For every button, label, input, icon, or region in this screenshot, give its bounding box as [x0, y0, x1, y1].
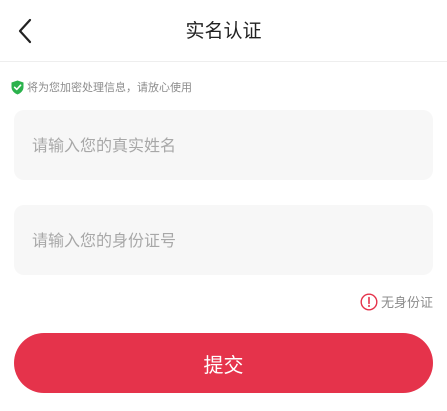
shield-check-icon — [11, 80, 24, 95]
id-number-field[interactable] — [14, 205, 433, 275]
id-number-input[interactable] — [14, 205, 433, 275]
page-title: 实名认证 — [185, 20, 262, 42]
exclamation-circle-icon — [360, 292, 378, 311]
no-id-card-link[interactable]: 无身份证 — [360, 292, 433, 311]
security-notice-text: 将为您加密处理信息，请放心使用 — [27, 81, 192, 94]
real-name-field[interactable] — [14, 110, 433, 180]
navigation-bar: 实名认证 — [0, 0, 447, 62]
security-notice: 将为您加密处理信息，请放心使用 — [11, 79, 192, 95]
submit-button[interactable]: 提交 — [14, 333, 433, 393]
real-name-input[interactable] — [14, 110, 433, 180]
no-id-card-label: 无身份证 — [380, 296, 433, 311]
